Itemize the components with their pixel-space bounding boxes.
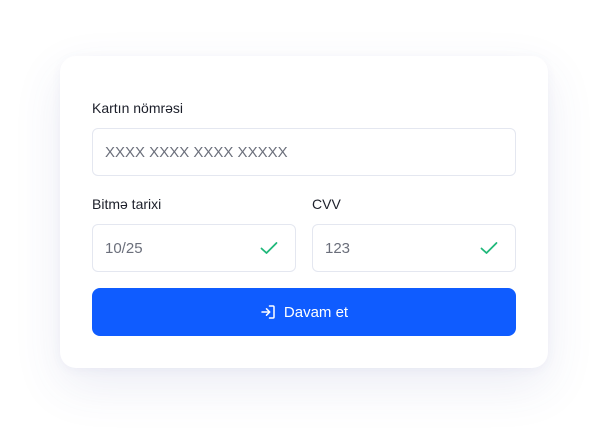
check-icon <box>479 238 499 258</box>
card-number-input[interactable]: XXXX XXXX XXXX XXXXX <box>92 128 516 176</box>
expiry-label: Bitmə tarixi <box>92 196 162 212</box>
sign-in-icon <box>260 304 276 320</box>
expiry-value: 10/25 <box>105 239 143 257</box>
cvv-input[interactable]: 123 <box>312 224 516 272</box>
continue-button[interactable]: Davam et <box>92 288 516 336</box>
expiry-input[interactable]: 10/25 <box>92 224 296 272</box>
cvv-label: CVV <box>312 196 341 212</box>
card-number-label: Kartın nömrəsi <box>92 100 184 116</box>
page: Kartın nömrəsi XXXX XXXX XXXX XXXXX Bitm… <box>0 0 608 432</box>
card-number-placeholder: XXXX XXXX XXXX XXXXX <box>105 143 288 161</box>
cvv-value: 123 <box>325 239 351 257</box>
continue-button-label: Davam et <box>283 303 349 321</box>
check-icon <box>259 238 279 258</box>
payment-card-form: Kartın nömrəsi XXXX XXXX XXXX XXXXX Bitm… <box>60 56 548 368</box>
